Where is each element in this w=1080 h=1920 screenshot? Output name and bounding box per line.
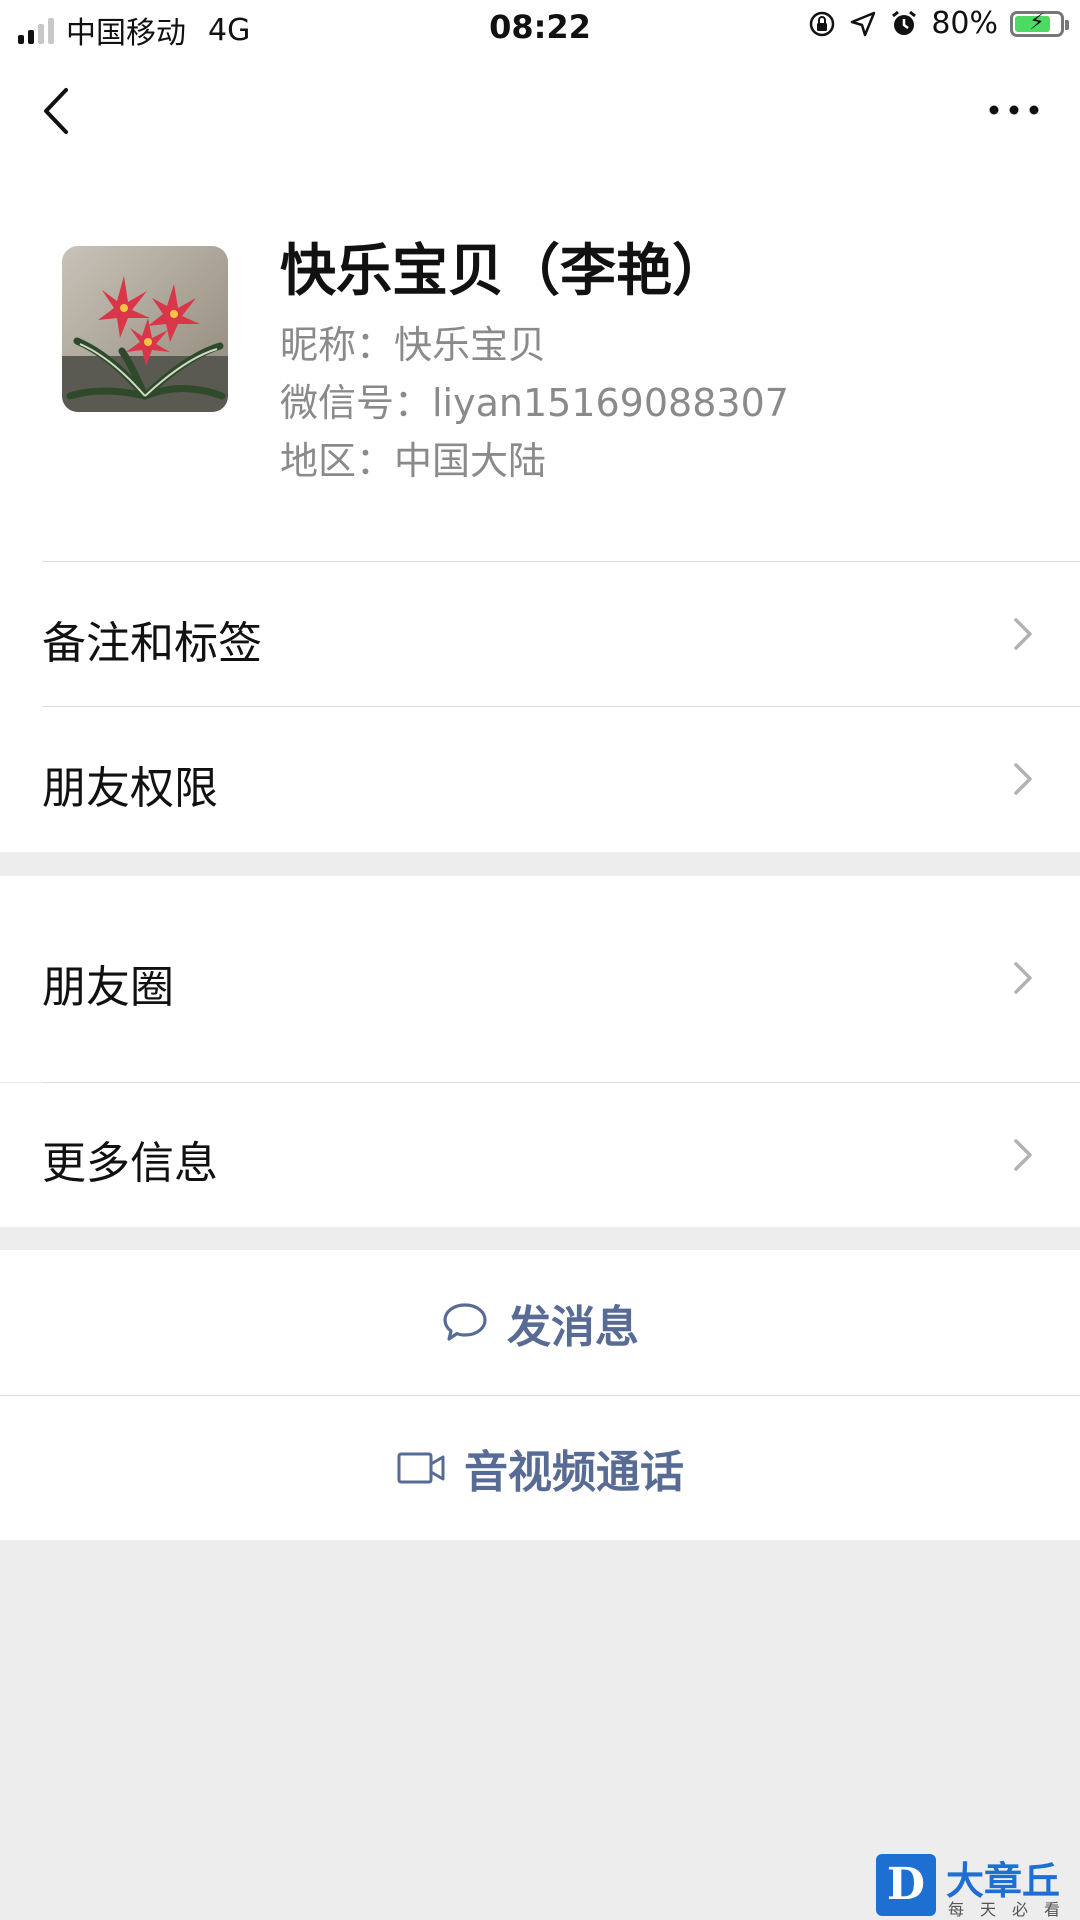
nav-bar: [0, 56, 1080, 166]
more-dots-icon[interactable]: [984, 90, 1044, 130]
chevron-right-icon: [1014, 962, 1032, 994]
profile-nickname: 昵称：快乐宝贝: [280, 323, 547, 367]
cell-label: 朋友权限: [42, 763, 218, 814]
cell-friend-permissions[interactable]: 朋友权限: [0, 707, 1080, 852]
status-bar: 中国移动 4G 08:22 80% ⚡: [0, 0, 1080, 56]
avatar-image: [62, 246, 228, 412]
cell-moments[interactable]: 朋友圈: [0, 876, 1080, 1082]
chat-bubble-icon: [443, 1303, 487, 1341]
profile-name: 快乐宝贝（李艳）: [280, 239, 728, 304]
chevron-right-icon: [1014, 763, 1032, 795]
cell-label: 朋友圈: [42, 962, 174, 1013]
battery-percent: 80%: [931, 6, 998, 41]
chevron-right-icon: [1014, 1139, 1032, 1171]
video-camera-icon: [397, 1452, 445, 1484]
alarm-icon: [892, 10, 917, 35]
send-message-button[interactable]: 发消息: [0, 1250, 1080, 1396]
watermark-d-icon: D: [876, 1854, 936, 1916]
cell-label: 更多信息: [42, 1138, 218, 1189]
cell-more-info[interactable]: 更多信息: [0, 1083, 1080, 1227]
chevron-left-icon[interactable]: [36, 82, 86, 140]
cell-remarks-tags[interactable]: 备注和标签: [0, 562, 1080, 707]
profile-wechat-id: 微信号：liyan15169088307: [280, 381, 789, 425]
watermark-slogan: 每天必看: [948, 1900, 1077, 1919]
cell-label: 备注和标签: [42, 618, 262, 669]
location-icon: [851, 11, 876, 36]
chevron-right-icon: [1014, 618, 1032, 650]
watermark-logo: D 大章丘 每天必看: [876, 1850, 1076, 1920]
orientation-lock-icon: [810, 11, 835, 36]
av-call-button[interactable]: 音视频通话: [0, 1396, 1080, 1540]
avatar[interactable]: [62, 246, 228, 412]
send-message-label: 发消息: [507, 1302, 639, 1353]
av-call-label: 音视频通话: [464, 1447, 684, 1498]
battery-charging-icon: ⚡: [1010, 10, 1069, 37]
status-right: 80% ⚡: [807, 6, 1069, 41]
profile-card: 快乐宝贝（李艳） 昵称：快乐宝贝 微信号：liyan15169088307 地区…: [0, 166, 1080, 562]
profile-region: 地区：中国大陆: [280, 439, 547, 483]
